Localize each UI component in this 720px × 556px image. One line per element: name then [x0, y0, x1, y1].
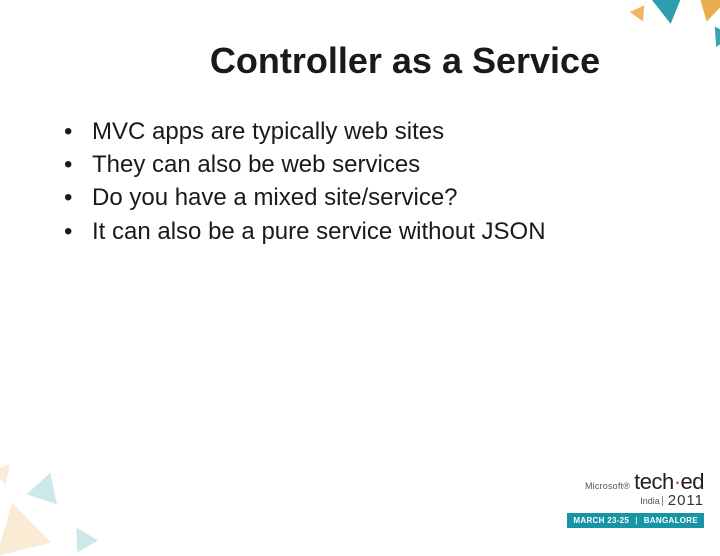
brand-part-2: ed: [681, 469, 704, 494]
decor-triangle: [691, 0, 720, 25]
footer: Microsoft® tech·ed India 2011 MARCH 23-2…: [567, 469, 704, 528]
decor-triangle: [0, 496, 51, 556]
date-bar: MARCH 23-25 | BANGALORE: [567, 513, 704, 528]
slide: Controller as a Service MVC apps are typ…: [0, 0, 720, 540]
bullet-list: MVC apps are typically web sites They ca…: [50, 116, 670, 247]
decor-triangle: [707, 27, 720, 52]
decor-triangle: [66, 521, 98, 552]
year-label: 2011: [666, 492, 704, 509]
decor-triangle: [0, 458, 17, 485]
company-label: Microsoft®: [585, 481, 630, 491]
decor-triangle: [644, 0, 693, 27]
brand-part-1: tech: [634, 469, 674, 494]
location-label: BANGALORE: [644, 516, 698, 525]
list-item: It can also be a pure service without JS…: [64, 216, 670, 247]
region-label: India: [640, 496, 663, 506]
list-item: They can also be web services: [64, 149, 670, 180]
slide-title: Controller as a Service: [140, 40, 670, 82]
separator-icon: |: [635, 516, 638, 525]
list-item: MVC apps are typically web sites: [64, 116, 670, 147]
brand-dot-icon: ·: [674, 469, 681, 494]
list-item: Do you have a mixed site/service?: [64, 182, 670, 213]
dates-label: MARCH 23-25: [573, 516, 629, 525]
